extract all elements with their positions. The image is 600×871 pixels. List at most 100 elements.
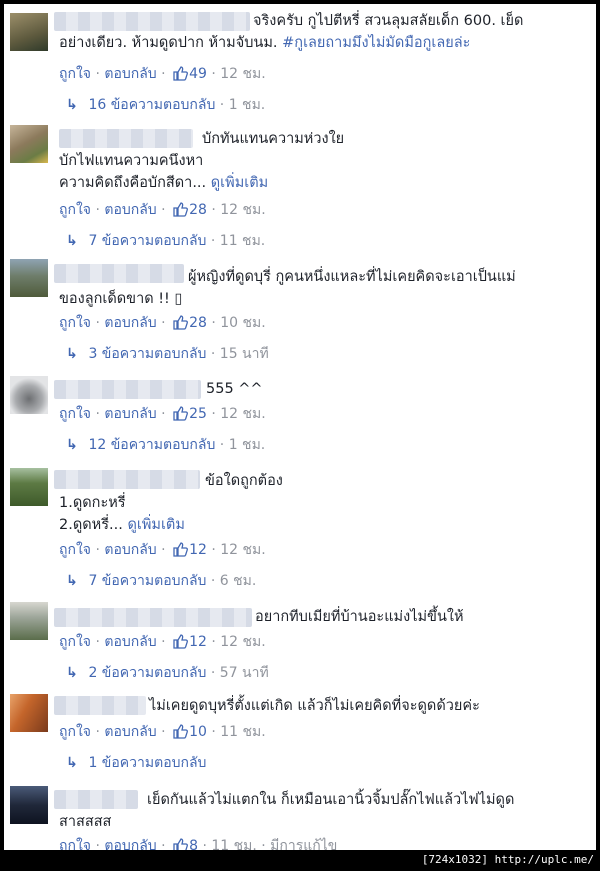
replies-count[interactable]: 3 ข้อความตอบกลับ (88, 346, 206, 362)
see-more-link[interactable]: ดูเพิ่มเติม (127, 517, 184, 533)
separator: · (95, 315, 100, 331)
avatar[interactable] (10, 125, 48, 163)
replies-time: 57 นาที (219, 665, 269, 681)
comment-actions: ถูกใจ · ตอบกลับ · 12 · 12 ชม. (59, 540, 266, 563)
separator: · (211, 542, 216, 558)
edited-label[interactable]: มีการแก้ไข (270, 838, 337, 850)
separator: · (95, 66, 100, 82)
replies-count[interactable]: 1 ข้อความตอบกลับ (88, 755, 206, 771)
like-count[interactable]: 28 (189, 315, 207, 331)
reply-link[interactable]: ตอบกลับ (104, 202, 156, 218)
see-more-link[interactable]: ดูเพิ่มเติม (211, 175, 268, 191)
reply-link[interactable]: ตอบกลับ (104, 406, 156, 422)
hashtag-link[interactable]: #กูเลยถามมึงไม่มัดมือกูเลยล่ะ (282, 35, 470, 51)
view-replies-link[interactable]: ↳ 16 ข้อความตอบกลับ · 1 ชม. (66, 95, 265, 115)
timestamp[interactable]: 11 ชม. (220, 724, 265, 740)
like-link[interactable]: ถูกใจ (59, 406, 91, 422)
timestamp[interactable]: 12 ชม. (220, 202, 265, 218)
timestamp[interactable]: 12 ชม. (220, 406, 265, 422)
like-count[interactable]: 25 (189, 406, 207, 422)
replies-time: 1 ชม. (228, 437, 266, 453)
thumbs-up-icon[interactable] (172, 405, 188, 427)
reply-arrow-icon: ↳ (66, 755, 78, 771)
reply-arrow-icon: ↳ (66, 573, 78, 589)
timestamp[interactable]: 12 ชม. (220, 66, 265, 82)
separator: · (219, 437, 225, 453)
avatar[interactable] (10, 13, 48, 51)
thumbs-up-icon[interactable] (172, 201, 188, 223)
separator: · (210, 233, 216, 249)
comment-text: บักทันแทนความห่วงใย บักไฟแทนความคนึงหา ค… (59, 131, 345, 191)
image-footer: [724x1032] http://uplc.me/ (0, 850, 600, 871)
like-count[interactable]: 28 (189, 202, 207, 218)
like-link[interactable]: ถูกใจ (59, 542, 91, 558)
reply-arrow-icon: ↳ (66, 665, 78, 681)
like-link[interactable]: ถูกใจ (59, 838, 91, 850)
reply-link[interactable]: ตอบกลับ (104, 315, 156, 331)
reply-link[interactable]: ตอบกลับ (104, 838, 156, 850)
like-count[interactable]: 12 (189, 634, 207, 650)
like-link[interactable]: ถูกใจ (59, 315, 91, 331)
avatar[interactable] (10, 259, 48, 297)
thumbs-up-icon[interactable] (172, 723, 188, 745)
view-replies-link[interactable]: ↳ 3 ข้อความตอบกลับ · 15 นาที (66, 344, 269, 364)
like-count[interactable]: 12 (189, 542, 207, 558)
avatar[interactable] (10, 376, 48, 414)
like-link[interactable]: ถูกใจ (59, 634, 91, 650)
separator: · (210, 573, 216, 589)
like-count[interactable]: 8 (189, 838, 198, 850)
separator: · (95, 542, 100, 558)
avatar[interactable] (10, 694, 48, 732)
thumbs-up-icon[interactable] (172, 541, 188, 563)
avatar[interactable] (10, 602, 48, 640)
replies-time: 1 ชม. (228, 97, 266, 113)
thumbs-up-icon[interactable] (172, 837, 188, 850)
separator: · (211, 406, 216, 422)
view-replies-link[interactable]: ↳ 7 ข้อความตอบกลับ · 11 ชม. (66, 231, 265, 251)
comment-text: 555 ^^ (206, 381, 263, 397)
separator: · (261, 838, 266, 850)
replies-count[interactable]: 7 ข้อความตอบกลับ (88, 233, 206, 249)
replies-count[interactable]: 12 ข้อความตอบกลับ (88, 437, 215, 453)
comment-text: ไม่เคยดูดบุหรี่ตั้งแต่เกิด แล้วก็ไม่เคยค… (149, 698, 480, 714)
watermark-text: [724x1032] http://uplc.me/ (421, 853, 594, 866)
avatar[interactable] (10, 786, 48, 824)
replies-count[interactable]: 2 ข้อความตอบกลับ (88, 665, 206, 681)
timestamp[interactable]: 12 ชม. (220, 634, 265, 650)
view-replies-link[interactable]: ↳ 12 ข้อความตอบกลับ · 1 ชม. (66, 435, 265, 455)
view-replies-link[interactable]: ↳ 7 ข้อความตอบกลับ · 6 ชม. (66, 571, 256, 591)
comment-text: จริงครับ กูไปตีหรี่ สวนลุมสลัยเด็ก 600. … (59, 13, 524, 51)
view-replies-link[interactable]: ↳ 1 ข้อความตอบกลับ (66, 753, 206, 773)
separator: · (95, 634, 100, 650)
comment-actions: ถูกใจ · ตอบกลับ · 28 · 12 ชม. (59, 200, 266, 223)
separator: · (161, 542, 166, 558)
replies-count[interactable]: 7 ข้อความตอบกลับ (88, 573, 206, 589)
like-link[interactable]: ถูกใจ (59, 66, 91, 82)
replies-time: 15 นาที (219, 346, 269, 362)
comment-text: อยากทีบเมียที่บ้านอะแม่งไม่ขึ้นให้ (255, 609, 464, 625)
thumbs-up-icon[interactable] (172, 65, 188, 87)
timestamp[interactable]: 10 ชม. (220, 315, 265, 331)
reply-link[interactable]: ตอบกลับ (104, 66, 156, 82)
comment-actions: ถูกใจ · ตอบกลับ · 49 · 12 ชม. (59, 64, 266, 87)
separator: · (210, 346, 216, 362)
thumbs-up-icon[interactable] (172, 633, 188, 655)
avatar[interactable] (10, 468, 48, 506)
like-count[interactable]: 10 (189, 724, 207, 740)
reply-arrow-icon: ↳ (66, 346, 78, 362)
timestamp[interactable]: 11 ชม. (211, 838, 256, 850)
view-replies-link[interactable]: ↳ 2 ข้อความตอบกลับ · 57 นาที (66, 663, 269, 683)
reply-link[interactable]: ตอบกลับ (104, 634, 156, 650)
like-link[interactable]: ถูกใจ (59, 202, 91, 218)
separator: · (161, 315, 166, 331)
reply-link[interactable]: ตอบกลับ (104, 724, 156, 740)
like-link[interactable]: ถูกใจ (59, 724, 91, 740)
separator: · (95, 838, 100, 850)
timestamp[interactable]: 12 ชม. (220, 542, 265, 558)
comment-actions: ถูกใจ · ตอบกลับ · 8 · 11 ชม. · มีการแก้ไ… (59, 836, 337, 850)
comment-actions: ถูกใจ · ตอบกลับ · 12 · 12 ชม. (59, 632, 266, 655)
thumbs-up-icon[interactable] (172, 314, 188, 336)
like-count[interactable]: 49 (189, 66, 207, 82)
reply-link[interactable]: ตอบกลับ (104, 542, 156, 558)
replies-count[interactable]: 16 ข้อความตอบกลับ (88, 97, 215, 113)
